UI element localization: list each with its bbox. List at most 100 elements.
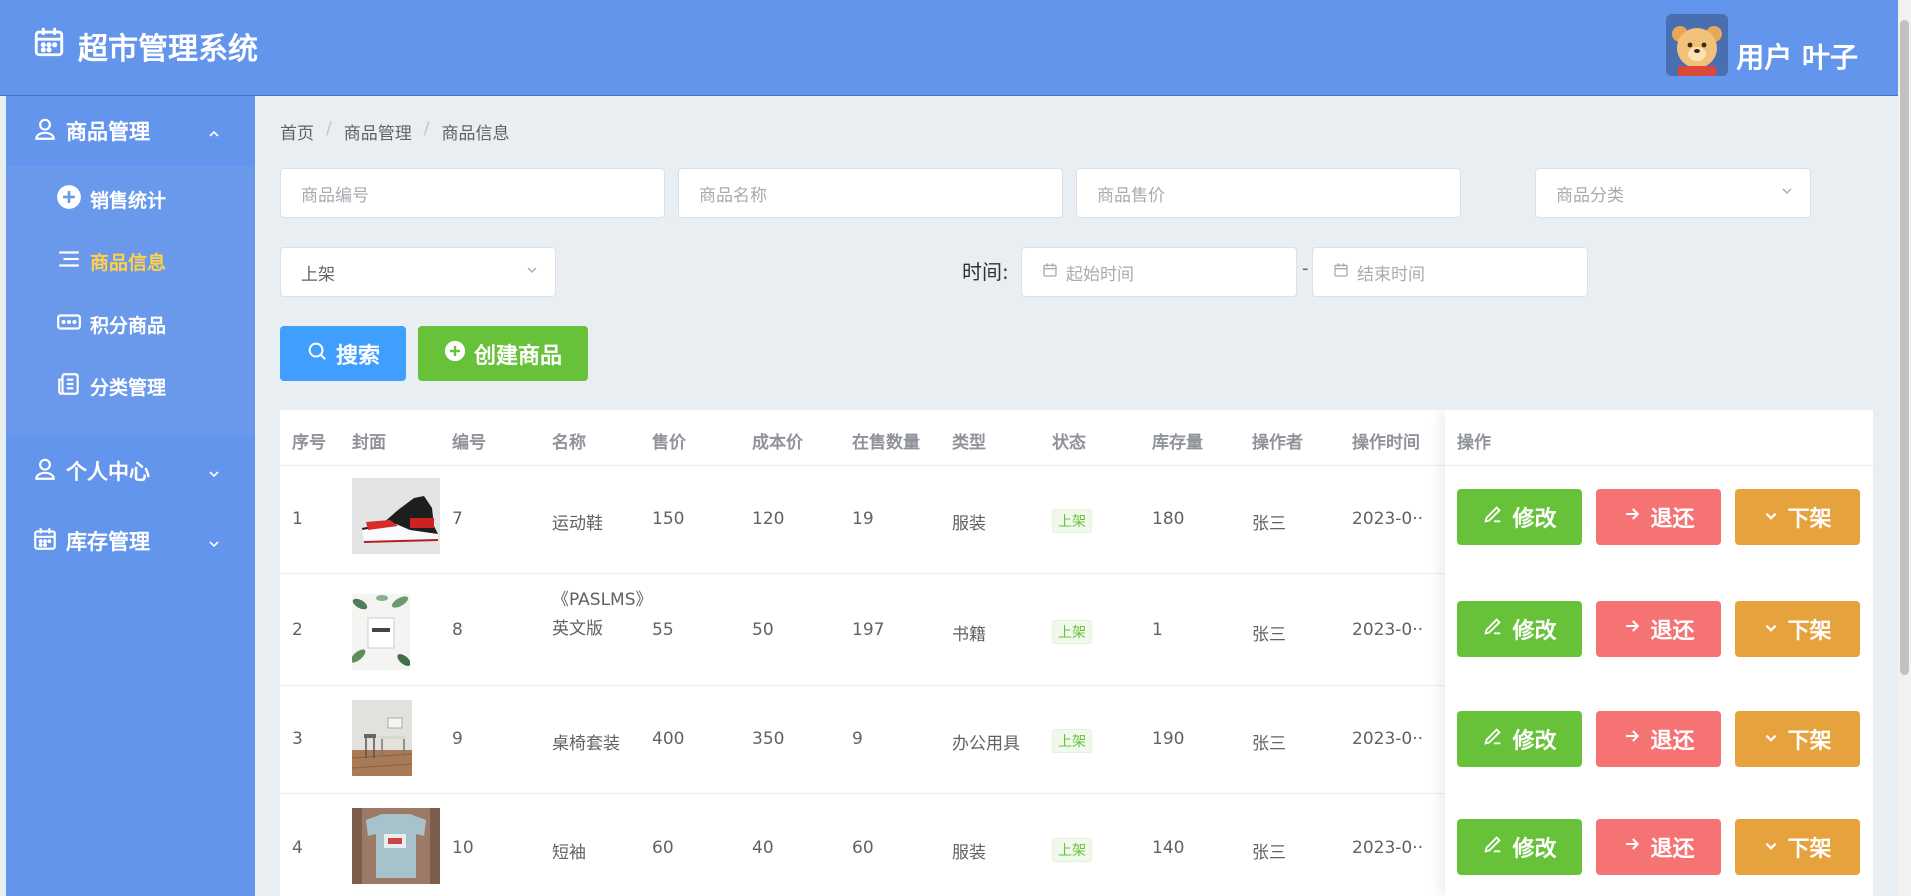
cell-price: 150 bbox=[652, 509, 685, 529]
product-name-input[interactable]: 商品名称 bbox=[678, 168, 1063, 218]
column-header: 售价 bbox=[652, 433, 686, 453]
arrow-right-icon bbox=[1622, 616, 1650, 642]
take-down-button[interactable]: 下架 bbox=[1735, 819, 1860, 875]
cell-cost: 120 bbox=[752, 509, 785, 529]
edit-button[interactable]: 修改 bbox=[1457, 711, 1582, 767]
edit-button[interactable]: 修改 bbox=[1457, 601, 1582, 657]
cell-name: 《PASLMS》英文版 bbox=[552, 590, 653, 639]
sidebar-item-points-products[interactable]: 积分商品 bbox=[56, 304, 166, 344]
plus-circle-icon bbox=[56, 184, 90, 215]
page-scrollbar[interactable] bbox=[1898, 0, 1911, 896]
time-label: 时间: bbox=[962, 260, 1009, 284]
breadcrumb-product-info: 商品信息 bbox=[441, 124, 510, 144]
placeholder: 商品名称 bbox=[699, 185, 767, 206]
button-label: 退还 bbox=[1650, 619, 1695, 644]
cell-index: 4 bbox=[292, 838, 303, 858]
status-badge: 上架 bbox=[1052, 620, 1092, 644]
cell-operator: 张三 bbox=[1252, 734, 1286, 754]
cell-type: 服装 bbox=[952, 514, 986, 534]
cell-time: 2023-0·· bbox=[1352, 729, 1424, 749]
cell-operator: 张三 bbox=[1252, 625, 1286, 645]
sidebar-group-label: 个人中心 bbox=[66, 460, 150, 484]
user-icon bbox=[32, 116, 66, 147]
cell-code: 8 bbox=[452, 620, 463, 640]
product-price-input[interactable]: 商品售价 bbox=[1076, 168, 1461, 218]
start-time-picker[interactable]: 起始时间 bbox=[1021, 247, 1297, 297]
sidebar-group-label: 库存管理 bbox=[66, 530, 150, 554]
return-button[interactable]: 退还 bbox=[1596, 489, 1721, 545]
take-down-button[interactable]: 下架 bbox=[1735, 489, 1860, 545]
arrow-right-icon bbox=[1622, 726, 1650, 752]
calendar-icon bbox=[32, 25, 78, 67]
scrollbar-thumb[interactable] bbox=[1900, 20, 1909, 675]
sidebar-item-label: 积分商品 bbox=[90, 314, 167, 337]
avatar[interactable] bbox=[1666, 14, 1729, 76]
cover-image bbox=[352, 808, 440, 884]
category-select[interactable]: 商品分类 bbox=[1535, 168, 1811, 218]
column-header: 序号 bbox=[292, 433, 326, 453]
chevron-up-icon bbox=[207, 122, 229, 146]
placeholder: 起始时间 bbox=[1066, 264, 1134, 285]
take-down-button[interactable]: 下架 bbox=[1735, 711, 1860, 767]
take-down-button[interactable]: 下架 bbox=[1735, 601, 1860, 657]
button-label: 修改 bbox=[1512, 619, 1557, 644]
search-button[interactable]: 搜索 bbox=[280, 326, 406, 381]
breadcrumb-home[interactable]: 首页 bbox=[280, 119, 314, 144]
cell-stock: 180 bbox=[1152, 509, 1185, 529]
status-select[interactable]: 上架 bbox=[280, 247, 556, 297]
product-code-input[interactable]: 商品编号 bbox=[280, 168, 665, 218]
status-badge: 上架 bbox=[1052, 509, 1092, 533]
sidebar-item-sales-stats[interactable]: 销售统计 bbox=[56, 179, 166, 219]
cell-stock: 140 bbox=[1152, 838, 1185, 858]
main-content: 首页 / 商品管理 / 商品信息 商品编号 商品名称 商品售价 商品分类 上架 … bbox=[255, 96, 1898, 896]
cover-image bbox=[352, 700, 412, 776]
cell-cost: 40 bbox=[752, 838, 774, 858]
cell-type: 书籍 bbox=[952, 625, 986, 645]
return-button[interactable]: 退还 bbox=[1596, 711, 1721, 767]
cell-time: 2023-0·· bbox=[1352, 620, 1424, 640]
sidebar-item-category[interactable]: 分类管理 bbox=[56, 366, 166, 406]
button-label: 修改 bbox=[1512, 729, 1557, 754]
sidebar-group-label: 商品管理 bbox=[66, 120, 150, 144]
cell-stock: 1 bbox=[1152, 620, 1163, 640]
create-product-button[interactable]: 创建商品 bbox=[418, 326, 588, 381]
list-icon bbox=[56, 246, 90, 277]
cell-code: 10 bbox=[452, 838, 474, 858]
cell-type: 办公用具 bbox=[952, 734, 1020, 754]
edit-button[interactable]: 修改 bbox=[1457, 819, 1582, 875]
breadcrumb-product-management[interactable]: 商品管理 bbox=[344, 119, 412, 144]
sidebar: 商品管理 销售统计 商品信息 积分商品 分类管理 个人中心 库存管理 bbox=[6, 96, 255, 896]
user-name: 用户 叶子 bbox=[1736, 41, 1858, 74]
column-header: 库存量 bbox=[1152, 433, 1203, 453]
sidebar-group-inventory[interactable]: 库存管理 bbox=[6, 506, 255, 576]
column-header: 操作 bbox=[1457, 433, 1491, 453]
return-button[interactable]: 退还 bbox=[1596, 819, 1721, 875]
calendar-icon bbox=[1042, 262, 1058, 283]
edit-button[interactable]: 修改 bbox=[1457, 489, 1582, 545]
cell-stock: 190 bbox=[1152, 729, 1185, 749]
cell-index: 2 bbox=[292, 620, 303, 640]
cell-index: 1 bbox=[292, 509, 303, 529]
cell-name: 短袖 bbox=[552, 843, 586, 863]
button-label: 下架 bbox=[1787, 837, 1832, 862]
search-icon bbox=[306, 340, 336, 368]
button-label: 下架 bbox=[1787, 619, 1832, 644]
sidebar-item-product-info[interactable]: 商品信息 bbox=[56, 241, 166, 281]
arrow-right-icon bbox=[1622, 504, 1650, 530]
end-time-picker[interactable]: 结束时间 bbox=[1312, 247, 1588, 297]
range-separator: - bbox=[1302, 258, 1309, 279]
button-label: 下架 bbox=[1787, 507, 1832, 532]
user-menu[interactable]: 用户 叶子 bbox=[1666, 14, 1858, 76]
return-button[interactable]: 退还 bbox=[1596, 601, 1721, 657]
sidebar-group-personal[interactable]: 个人中心 bbox=[6, 436, 255, 506]
cell-code: 7 bbox=[452, 509, 463, 529]
sidebar-group-product[interactable]: 商品管理 bbox=[6, 96, 255, 166]
placeholder: 结束时间 bbox=[1357, 264, 1425, 285]
column-header: 状态 bbox=[1052, 433, 1086, 453]
sidebar-item-label: 销售统计 bbox=[90, 189, 167, 212]
document-icon bbox=[56, 371, 90, 402]
button-label: 修改 bbox=[1512, 507, 1557, 532]
selected-value: 上架 bbox=[301, 264, 335, 285]
pencil-icon bbox=[1482, 615, 1512, 643]
cell-cost: 50 bbox=[752, 620, 774, 640]
